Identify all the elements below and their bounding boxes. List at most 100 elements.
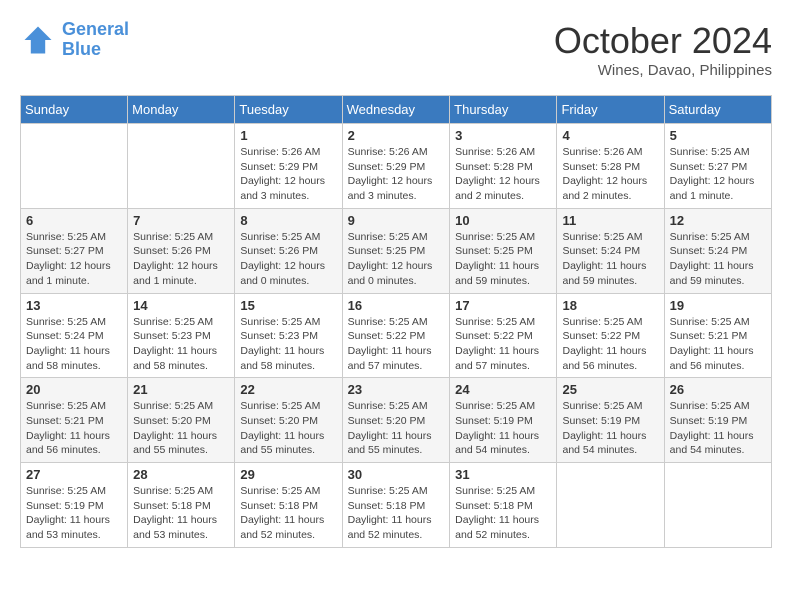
day-number: 7 [133,213,229,228]
calendar-cell: 7 Sunrise: 5:25 AMSunset: 5:26 PMDaylight… [128,208,235,293]
calendar-table: SundayMondayTuesdayWednesdayThursdayFrid… [20,95,772,548]
calendar-cell: 6 Sunrise: 5:25 AMSunset: 5:27 PMDaylight… [21,208,128,293]
calendar-week-1: 1 Sunrise: 5:26 AMSunset: 5:29 PMDaylight… [21,124,772,209]
calendar-week-2: 6 Sunrise: 5:25 AMSunset: 5:27 PMDaylight… [21,208,772,293]
calendar-cell: 28 Sunrise: 5:25 AMSunset: 5:18 PMDayligh… [128,463,235,548]
logo-text: General Blue [62,20,129,60]
day-info: Sunrise: 5:25 AMSunset: 5:22 PMDaylight:… [348,315,445,374]
day-info: Sunrise: 5:25 AMSunset: 5:24 PMDaylight:… [26,315,122,374]
calendar-week-4: 20Sunrise: 5:25 AMSunset: 5:21 PMDayligh… [21,378,772,463]
weekday-header-thursday: Thursday [450,96,557,124]
day-number: 4 [562,128,658,143]
weekday-header-saturday: Saturday [664,96,771,124]
calendar-cell: 16 Sunrise: 5:25 AMSunset: 5:22 PMDayligh… [342,293,450,378]
day-info: Sunrise: 5:26 AMSunset: 5:28 PMDaylight:… [455,145,551,204]
calendar-cell: 10 Sunrise: 5:25 AMSunset: 5:25 PMDayligh… [450,208,557,293]
calendar-cell: 31 Sunrise: 5:25 AMSunset: 5:18 PMDayligh… [450,463,557,548]
calendar-week-5: 27 Sunrise: 5:25 AMSunset: 5:19 PMDayligh… [21,463,772,548]
calendar-cell: 19 Sunrise: 5:25 AMSunset: 5:21 PMDayligh… [664,293,771,378]
calendar-cell: 11 Sunrise: 5:25 AMSunset: 5:24 PMDayligh… [557,208,664,293]
day-number: 2 [348,128,445,143]
day-number: 12 [670,213,766,228]
day-info: Sunrise: 5:25 AMSunset: 5:21 PMDaylight:… [670,315,766,374]
day-info: Sunrise: 5:25 AMSunset: 5:18 PMDaylight:… [348,484,445,543]
calendar-cell: 14Sunrise: 5:25 AMSunset: 5:23 PMDayligh… [128,293,235,378]
month-title: October 2024 [554,20,772,62]
page-header: General Blue October 2024 Wines, Davao, … [20,20,772,79]
day-info: Sunrise: 5:25 AMSunset: 5:19 PMDaylight:… [455,399,551,458]
calendar-cell: 12 Sunrise: 5:25 AMSunset: 5:24 PMDayligh… [664,208,771,293]
day-number: 30 [348,467,445,482]
day-number: 6 [26,213,122,228]
day-number: 28 [133,467,229,482]
calendar-cell: 24Sunrise: 5:25 AMSunset: 5:19 PMDayligh… [450,378,557,463]
day-number: 27 [26,467,122,482]
weekday-header-monday: Monday [128,96,235,124]
calendar-cell: 29 Sunrise: 5:25 AMSunset: 5:18 PMDayligh… [235,463,342,548]
day-info: Sunrise: 5:25 AMSunset: 5:18 PMDaylight:… [133,484,229,543]
calendar-cell: 1Sunrise: 5:26 AMSunset: 5:29 PMDaylight… [235,124,342,209]
weekday-header-wednesday: Wednesday [342,96,450,124]
day-number: 10 [455,213,551,228]
calendar-cell: 17Sunrise: 5:25 AMSunset: 5:22 PMDayligh… [450,293,557,378]
day-info: Sunrise: 5:26 AMSunset: 5:28 PMDaylight:… [562,145,658,204]
weekday-header-sunday: Sunday [21,96,128,124]
day-number: 29 [240,467,336,482]
location-title: Wines, Davao, Philippines [554,62,772,79]
weekday-header-row: SundayMondayTuesdayWednesdayThursdayFrid… [21,96,772,124]
day-number: 11 [562,213,658,228]
day-number: 9 [348,213,445,228]
calendar-cell: 18 Sunrise: 5:25 AMSunset: 5:22 PMDayligh… [557,293,664,378]
logo-icon [20,22,56,58]
day-number: 18 [562,298,658,313]
day-number: 21 [133,382,229,397]
day-info: Sunrise: 5:26 AMSunset: 5:29 PMDaylight:… [348,145,445,204]
calendar-cell: 20Sunrise: 5:25 AMSunset: 5:21 PMDayligh… [21,378,128,463]
day-info: Sunrise: 5:25 AMSunset: 5:20 PMDaylight:… [133,399,229,458]
calendar-cell: 15Sunrise: 5:25 AMSunset: 5:23 PMDayligh… [235,293,342,378]
day-number: 22 [240,382,336,397]
day-number: 8 [240,213,336,228]
weekday-header-friday: Friday [557,96,664,124]
day-info: Sunrise: 5:25 AMSunset: 5:24 PMDaylight:… [670,230,766,289]
day-info: Sunrise: 5:25 AMSunset: 5:25 PMDaylight:… [348,230,445,289]
weekday-header-tuesday: Tuesday [235,96,342,124]
day-info: Sunrise: 5:25 AMSunset: 5:19 PMDaylight:… [562,399,658,458]
calendar-cell [664,463,771,548]
day-number: 13 [26,298,122,313]
day-number: 15 [240,298,336,313]
day-number: 26 [670,382,766,397]
calendar-cell: 27 Sunrise: 5:25 AMSunset: 5:19 PMDayligh… [21,463,128,548]
day-info: Sunrise: 5:25 AMSunset: 5:27 PMDaylight:… [26,230,122,289]
calendar-cell: 25 Sunrise: 5:25 AMSunset: 5:19 PMDayligh… [557,378,664,463]
day-number: 20 [26,382,122,397]
day-number: 25 [562,382,658,397]
title-section: October 2024 Wines, Davao, Philippines [554,20,772,79]
day-info: Sunrise: 5:25 AMSunset: 5:18 PMDaylight:… [240,484,336,543]
day-number: 1 [240,128,336,143]
day-number: 16 [348,298,445,313]
calendar-cell: 8Sunrise: 5:25 AMSunset: 5:26 PMDaylight… [235,208,342,293]
day-info: Sunrise: 5:25 AMSunset: 5:22 PMDaylight:… [562,315,658,374]
day-number: 19 [670,298,766,313]
day-info: Sunrise: 5:25 AMSunset: 5:19 PMDaylight:… [670,399,766,458]
day-info: Sunrise: 5:25 AMSunset: 5:24 PMDaylight:… [562,230,658,289]
day-info: Sunrise: 5:25 AMSunset: 5:20 PMDaylight:… [348,399,445,458]
logo: General Blue [20,20,129,60]
day-info: Sunrise: 5:25 AMSunset: 5:25 PMDaylight:… [455,230,551,289]
day-number: 3 [455,128,551,143]
day-number: 31 [455,467,551,482]
calendar-cell [21,124,128,209]
day-number: 23 [348,382,445,397]
day-info: Sunrise: 5:25 AMSunset: 5:22 PMDaylight:… [455,315,551,374]
day-info: Sunrise: 5:25 AMSunset: 5:26 PMDaylight:… [133,230,229,289]
calendar-cell: 5Sunrise: 5:25 AMSunset: 5:27 PMDaylight… [664,124,771,209]
day-info: Sunrise: 5:25 AMSunset: 5:18 PMDaylight:… [455,484,551,543]
calendar-cell [557,463,664,548]
day-info: Sunrise: 5:25 AMSunset: 5:19 PMDaylight:… [26,484,122,543]
logo-line1: General [62,19,129,39]
calendar-cell: 9 Sunrise: 5:25 AMSunset: 5:25 PMDaylight… [342,208,450,293]
day-info: Sunrise: 5:25 AMSunset: 5:20 PMDaylight:… [240,399,336,458]
calendar-cell: 21 Sunrise: 5:25 AMSunset: 5:20 PMDayligh… [128,378,235,463]
calendar-cell: 23 Sunrise: 5:25 AMSunset: 5:20 PMDayligh… [342,378,450,463]
